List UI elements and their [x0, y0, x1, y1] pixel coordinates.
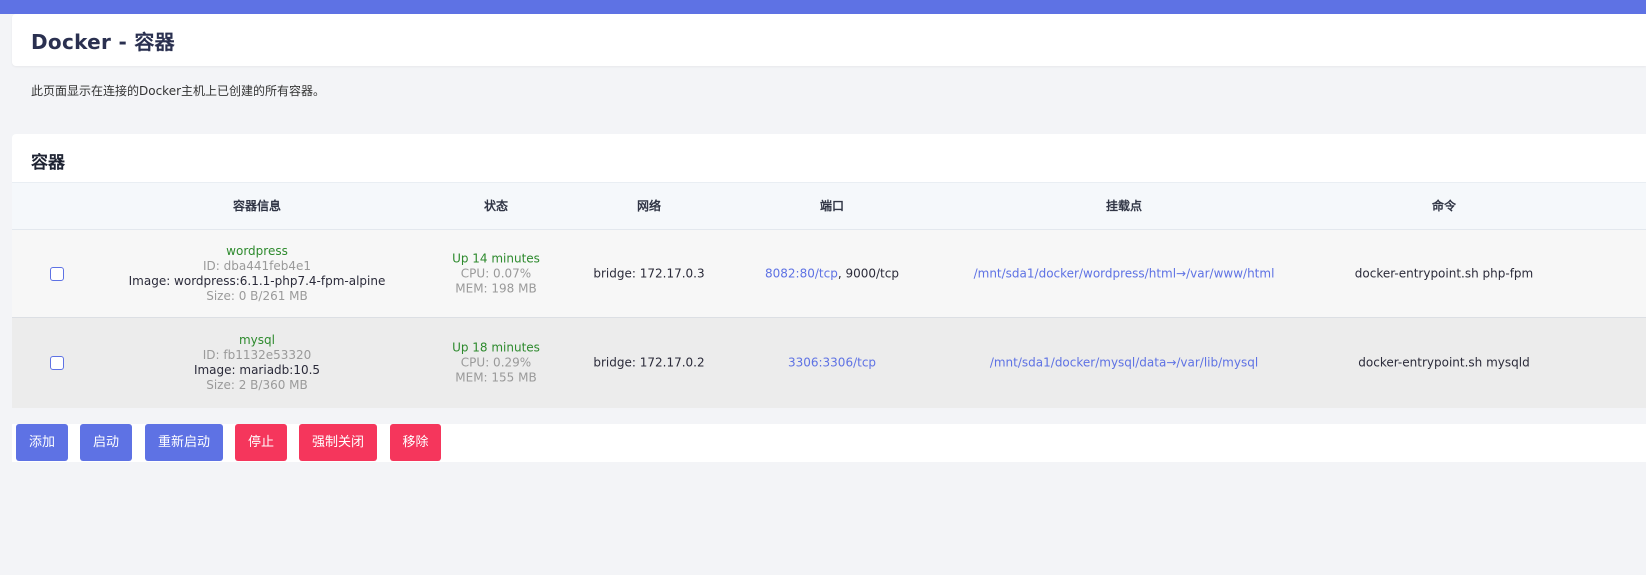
container-network: bridge: 172.17.0.3 — [593, 266, 705, 280]
header-mounts: 挂载点 — [1105, 199, 1143, 213]
container-status: Up 18 minutes CPU: 0.29% MEM: 155 MB — [452, 341, 540, 386]
status-mem: MEM: 198 MB — [455, 281, 537, 295]
container-status: Up 14 minutes CPU: 0.07% MEM: 198 MB — [452, 251, 540, 296]
start-button[interactable]: 启动 — [80, 424, 132, 461]
container-id: ID: dba441feb4e1 — [202, 258, 312, 273]
container-command: docker-entrypoint.sh mysqld — [1358, 355, 1530, 370]
header-network: 网络 — [636, 199, 662, 213]
header-container-info: 容器信息 — [232, 199, 282, 213]
container-size: Size: 2 B/360 MB — [206, 378, 308, 392]
container-image: Image: wordpress:6.1.1-php7.4-fpm-alpine — [128, 273, 386, 288]
card-title: 容器 — [31, 153, 65, 173]
container-name: mysql — [238, 333, 275, 347]
container-info: mysql ID: fb1132e53320 Image: mariadb:10… — [194, 333, 320, 393]
stop-button[interactable]: 停止 — [235, 424, 287, 461]
top-accent-bar — [0, 0, 1646, 14]
add-button[interactable]: 添加 — [16, 424, 68, 461]
containers-card: 容器 容器信息 状态 网络 端口 挂载点 命令 wordpress ID: db… — [12, 134, 1646, 408]
row-select-checkbox[interactable] — [50, 266, 64, 281]
port-link[interactable]: 8082:80/tcp — [765, 266, 838, 280]
status-cpu: CPU: 0.07% — [460, 266, 532, 280]
status-cpu: CPU: 0.29% — [460, 355, 532, 370]
container-mount-link[interactable]: /mnt/sda1/docker/mysql/data→/var/lib/mys… — [990, 356, 1258, 371]
page-description: 此页面显示在连接的Docker主机上已创建的所有容器。 — [31, 84, 326, 98]
table-row[interactable]: mysql ID: fb1132e53320 Image: mariadb:10… — [12, 318, 1646, 408]
page-header: Docker - 容器 — [12, 14, 1646, 66]
header-command: 命令 — [1431, 199, 1457, 213]
container-id: ID: fb1132e53320 — [202, 348, 312, 362]
remove-button[interactable]: 移除 — [390, 424, 441, 461]
restart-button[interactable]: 重新启动 — [145, 424, 223, 461]
kill-button[interactable]: 强制关闭 — [299, 424, 377, 461]
status-mem: MEM: 155 MB — [455, 370, 537, 385]
status-uptime: Up 18 minutes — [452, 340, 540, 355]
container-name: wordpress — [226, 243, 288, 258]
port-plain: 9000/tcp — [845, 266, 899, 280]
container-network: bridge: 172.17.0.2 — [593, 355, 705, 370]
container-ports: 3306:3306/tcp — [788, 356, 876, 371]
container-mount-link[interactable]: /mnt/sda1/docker/wordpress/html→/var/www… — [974, 266, 1275, 281]
table-row[interactable]: wordpress ID: dba441feb4e1 Image: wordpr… — [12, 230, 1646, 318]
table-header: 容器信息 状态 网络 端口 挂载点 命令 — [12, 182, 1646, 230]
container-image: Image: mariadb:10.5 — [193, 363, 321, 377]
page-title: Docker - 容器 — [31, 30, 175, 54]
container-size: Size: 0 B/261 MB — [206, 288, 308, 303]
header-ports: 端口 — [819, 199, 845, 213]
port-link[interactable]: 3306:3306/tcp — [788, 356, 876, 370]
container-ports: 8082:80/tcp, 9000/tcp — [765, 266, 899, 281]
row-select-checkbox[interactable] — [50, 356, 64, 370]
status-uptime: Up 14 minutes — [452, 251, 540, 265]
container-info: wordpress ID: dba441feb4e1 Image: wordpr… — [129, 244, 386, 304]
container-command: docker-entrypoint.sh php-fpm — [1354, 266, 1534, 280]
header-status: 状态 — [483, 199, 509, 213]
action-toolbar: 添加 启动 重新启动 停止 强制关闭 移除 — [12, 424, 1646, 462]
